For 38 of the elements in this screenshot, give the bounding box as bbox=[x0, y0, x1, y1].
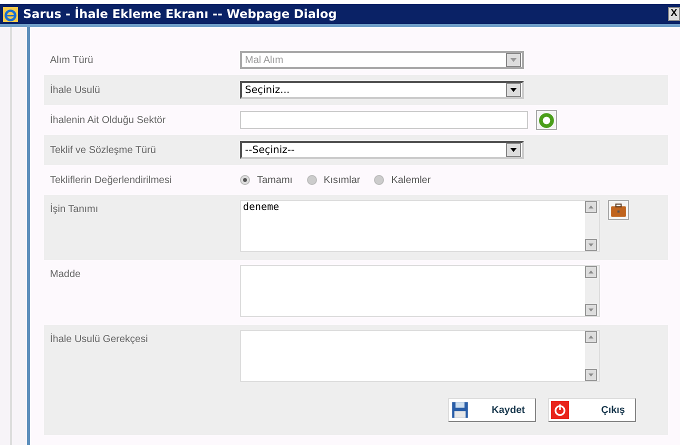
exit-button[interactable]: Çıkış bbox=[548, 398, 636, 422]
text-value: deneme bbox=[243, 202, 280, 213]
radio-button[interactable] bbox=[240, 175, 250, 185]
dropdown-arrow-icon bbox=[510, 148, 517, 152]
scroll-up-icon[interactable] bbox=[585, 266, 597, 278]
field-label: İhale Usulü bbox=[49, 84, 102, 96]
save-button[interactable]: Kaydet bbox=[448, 398, 536, 422]
field-label: İşin Tanımı bbox=[49, 202, 100, 215]
field-label: Alım Türü bbox=[49, 54, 94, 66]
scroll-up-icon[interactable] bbox=[585, 201, 597, 213]
field-label: İhalenin Ait Olduğu Sektör bbox=[49, 114, 167, 126]
field-label: İhale Usulü Gerekçesi bbox=[49, 332, 149, 345]
input-field[interactable] bbox=[240, 111, 528, 129]
radio-label: Kalemler bbox=[391, 174, 431, 186]
dropdown-arrow-icon bbox=[510, 58, 517, 62]
dropdown-arrow-icon bbox=[510, 88, 517, 92]
radio-button[interactable] bbox=[374, 175, 384, 185]
radio-button[interactable] bbox=[306, 175, 317, 185]
scroll-down-icon[interactable] bbox=[585, 239, 597, 251]
scroll-up-icon[interactable] bbox=[585, 331, 597, 343]
scroll-down-icon[interactable] bbox=[585, 304, 597, 316]
text-area[interactable]: deneme bbox=[240, 200, 600, 252]
dropdown[interactable]: --Seçiniz-- bbox=[240, 141, 524, 159]
dropdown[interactable]: Seçiniz... bbox=[240, 81, 524, 99]
browser-logo-icon bbox=[3, 6, 18, 22]
briefcase-button[interactable] bbox=[608, 200, 629, 220]
field-label: Tekliflerin Değerlendirilmesi bbox=[49, 174, 173, 186]
scroll-down-icon[interactable] bbox=[585, 369, 597, 381]
field-label: Madde bbox=[49, 268, 82, 280]
field-label: Teklif ve Sözleşme Türü bbox=[49, 144, 157, 156]
close-button[interactable]: X bbox=[668, 7, 680, 21]
radio-label: Kısımlar bbox=[324, 174, 360, 186]
window-title: Sarus - İhale Ekleme Ekranı -- Webpage Dialog bbox=[23, 7, 338, 21]
radio-label: Tamamı bbox=[257, 174, 293, 186]
power-icon bbox=[551, 401, 569, 419]
add-button[interactable] bbox=[536, 110, 557, 130]
text-area[interactable] bbox=[240, 330, 600, 382]
text-area[interactable] bbox=[240, 265, 600, 317]
